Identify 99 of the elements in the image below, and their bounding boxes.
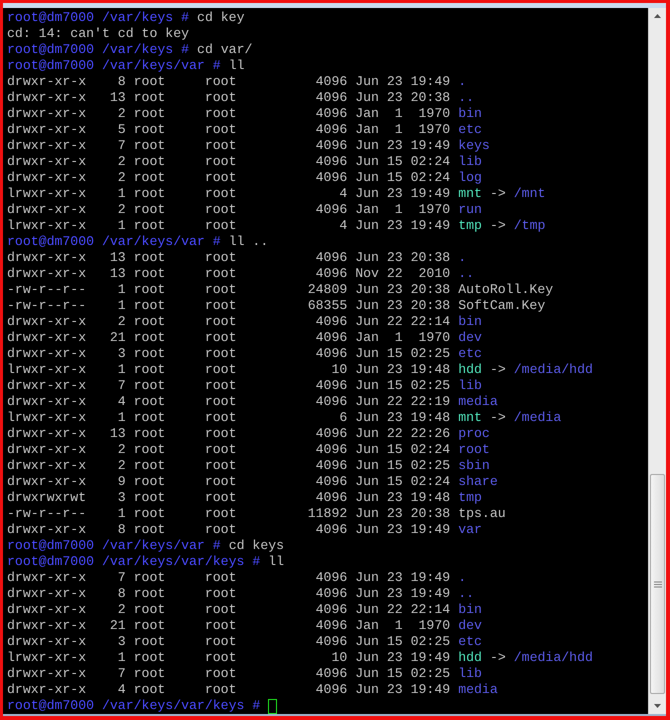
prompt-text: root@dm7000 /var/keys/var # xyxy=(7,234,221,250)
file-name: AutoRoll.Key xyxy=(458,282,554,298)
file-details: drwxr-xr-x 7 root root 4096 Jun 15 02:25 xyxy=(7,666,450,682)
file-name: var xyxy=(458,522,482,538)
file-name: sbin xyxy=(458,458,490,474)
file-name: dev xyxy=(458,618,482,634)
prompt-text: root@dm7000 /var/keys # xyxy=(7,10,190,26)
file-name: .. xyxy=(458,586,474,602)
file-name: etc xyxy=(458,346,482,362)
command-text: cd keys xyxy=(228,538,284,554)
file-name: bin xyxy=(458,602,482,618)
file-name: share xyxy=(458,474,498,490)
link-arrow: -> xyxy=(490,410,506,426)
scroll-thumb[interactable] xyxy=(650,474,665,694)
file-name: mnt xyxy=(458,410,482,426)
file-details: drwxr-xr-x 13 root root 4096 Nov 22 2010 xyxy=(7,266,450,282)
prompt-text: root@dm7000 /var/keys # xyxy=(7,42,190,58)
grip-icon xyxy=(654,580,662,588)
file-details: drwxr-xr-x 13 root root 4096 Jun 23 20:38 xyxy=(7,250,450,266)
file-details: drwxrwxrwt 3 root root 4096 Jun 23 19:48 xyxy=(7,490,450,506)
file-details: lrwxr-xr-x 1 root root 10 Jun 23 19:48 xyxy=(7,362,450,378)
file-details: drwxr-xr-x 9 root root 4096 Jun 15 02:24 xyxy=(7,474,450,490)
command-text: cd key xyxy=(197,10,245,26)
file-details: -rw-r--r-- 1 root root 24809 Jun 23 20:38 xyxy=(7,282,450,298)
file-name: .. xyxy=(458,90,474,106)
file-details: lrwxr-xr-x 1 root root 4 Jun 23 19:49 xyxy=(7,186,450,202)
file-name: . xyxy=(458,74,466,90)
link-arrow: -> xyxy=(490,218,506,234)
file-name: etc xyxy=(458,634,482,650)
file-details: drwxr-xr-x 3 root root 4096 Jun 15 02:25 xyxy=(7,346,450,362)
link-target: /media/hdd xyxy=(514,362,593,378)
file-name: hdd xyxy=(458,650,482,666)
file-details: drwxr-xr-x 13 root root 4096 Jun 23 20:38 xyxy=(7,90,450,106)
link-arrow: -> xyxy=(490,362,506,378)
file-details: drwxr-xr-x 2 root root 4096 Jan 1 1970 xyxy=(7,202,450,218)
file-name: hdd xyxy=(458,362,482,378)
file-details: drwxr-xr-x 2 root root 4096 Jun 15 02:24 xyxy=(7,154,450,170)
file-name: tmp xyxy=(458,218,482,234)
file-details: drwxr-xr-x 13 root root 4096 Jun 22 22:26 xyxy=(7,426,450,442)
link-target: /media xyxy=(514,410,562,426)
file-details: drwxr-xr-x 2 root root 4096 Jun 22 22:14 xyxy=(7,602,450,618)
file-details: drwxr-xr-x 2 root root 4096 Jun 15 02:25 xyxy=(7,458,450,474)
prompt-text: root@dm7000 /var/keys/var # xyxy=(7,538,221,554)
scrollbar[interactable] xyxy=(648,8,666,714)
prompt-text: root@dm7000 /var/keys/var/keys # xyxy=(7,554,260,570)
file-name: media xyxy=(458,394,498,410)
link-arrow: -> xyxy=(490,186,506,202)
file-details: lrwxr-xr-x 1 root root 6 Jun 23 19:48 xyxy=(7,410,450,426)
file-name: run xyxy=(458,202,482,218)
link-target: /mnt xyxy=(514,186,546,202)
file-name: lib xyxy=(458,666,482,682)
file-details: drwxr-xr-x 2 root root 4096 Jun 15 02:24 xyxy=(7,442,450,458)
file-name: .. xyxy=(458,266,474,282)
file-details: drwxr-xr-x 2 root root 4096 Jun 22 22:14 xyxy=(7,314,450,330)
file-name: lib xyxy=(458,378,482,394)
file-details: lrwxr-xr-x 1 root root 10 Jun 23 19:49 xyxy=(7,650,450,666)
file-name: . xyxy=(458,570,466,586)
file-details: drwxr-xr-x 2 root root 4096 Jan 1 1970 xyxy=(7,106,450,122)
file-details: lrwxr-xr-x 1 root root 4 Jun 23 19:49 xyxy=(7,218,450,234)
file-details: drwxr-xr-x 7 root root 4096 Jun 15 02:25 xyxy=(7,378,450,394)
output-text: cd: 14: can't cd to key xyxy=(7,26,190,42)
file-name: lib xyxy=(458,154,482,170)
prompt-text: root@dm7000 /var/keys/var/keys # xyxy=(7,698,260,714)
link-arrow: -> xyxy=(490,650,506,666)
file-name: . xyxy=(458,250,466,266)
file-details: drwxr-xr-x 5 root root 4096 Jan 1 1970 xyxy=(7,122,450,138)
prompt-text: root@dm7000 /var/keys/var # xyxy=(7,58,221,74)
file-details: drwxr-xr-x 4 root root 4096 Jun 22 22:19 xyxy=(7,394,450,410)
file-name: dev xyxy=(458,330,482,346)
link-target: /media/hdd xyxy=(514,650,593,666)
file-details: -rw-r--r-- 1 root root 68355 Jun 23 20:38 xyxy=(7,298,450,314)
file-name: mnt xyxy=(458,186,482,202)
file-details: drwxr-xr-x 8 root root 4096 Jun 23 19:49 xyxy=(7,522,450,538)
command-text: cd var/ xyxy=(197,42,252,58)
file-name: tps.au xyxy=(458,506,506,522)
file-details: drwxr-xr-x 21 root root 4096 Jan 1 1970 xyxy=(7,618,450,634)
file-name: bin xyxy=(458,106,482,122)
command-text: ll xyxy=(228,58,245,74)
file-details: drwxr-xr-x 8 root root 4096 Jun 23 19:49 xyxy=(7,74,450,90)
file-details: drwxr-xr-x 4 root root 4096 Jun 23 19:49 xyxy=(7,682,450,698)
command-text: ll xyxy=(268,554,284,570)
file-name: tmp xyxy=(458,490,482,506)
file-details: drwxr-xr-x 3 root root 4096 Jun 15 02:25 xyxy=(7,634,450,650)
file-name: etc xyxy=(458,122,482,138)
file-name: log xyxy=(458,170,482,186)
file-name: bin xyxy=(458,314,482,330)
file-details: drwxr-xr-x 21 root root 4096 Jan 1 1970 xyxy=(7,330,450,346)
file-details: drwxr-xr-x 7 root root 4096 Jun 23 19:49 xyxy=(7,138,450,154)
file-details: drwxr-xr-x 8 root root 4096 Jun 23 19:49 xyxy=(7,586,450,602)
file-name: proc xyxy=(458,426,490,442)
file-details: drwxr-xr-x 7 root root 4096 Jun 23 19:49 xyxy=(7,570,450,586)
file-name: SoftCam.Key xyxy=(458,298,546,314)
command-text: ll .. xyxy=(228,234,268,250)
file-name: keys xyxy=(458,138,490,154)
file-details: drwxr-xr-x 2 root root 4096 Jun 15 02:24 xyxy=(7,170,450,186)
link-target: /tmp xyxy=(514,218,546,234)
file-name: root xyxy=(458,442,490,458)
file-name: media xyxy=(458,682,498,698)
file-details: -rw-r--r-- 1 root root 11892 Jun 23 20:38 xyxy=(7,506,450,522)
